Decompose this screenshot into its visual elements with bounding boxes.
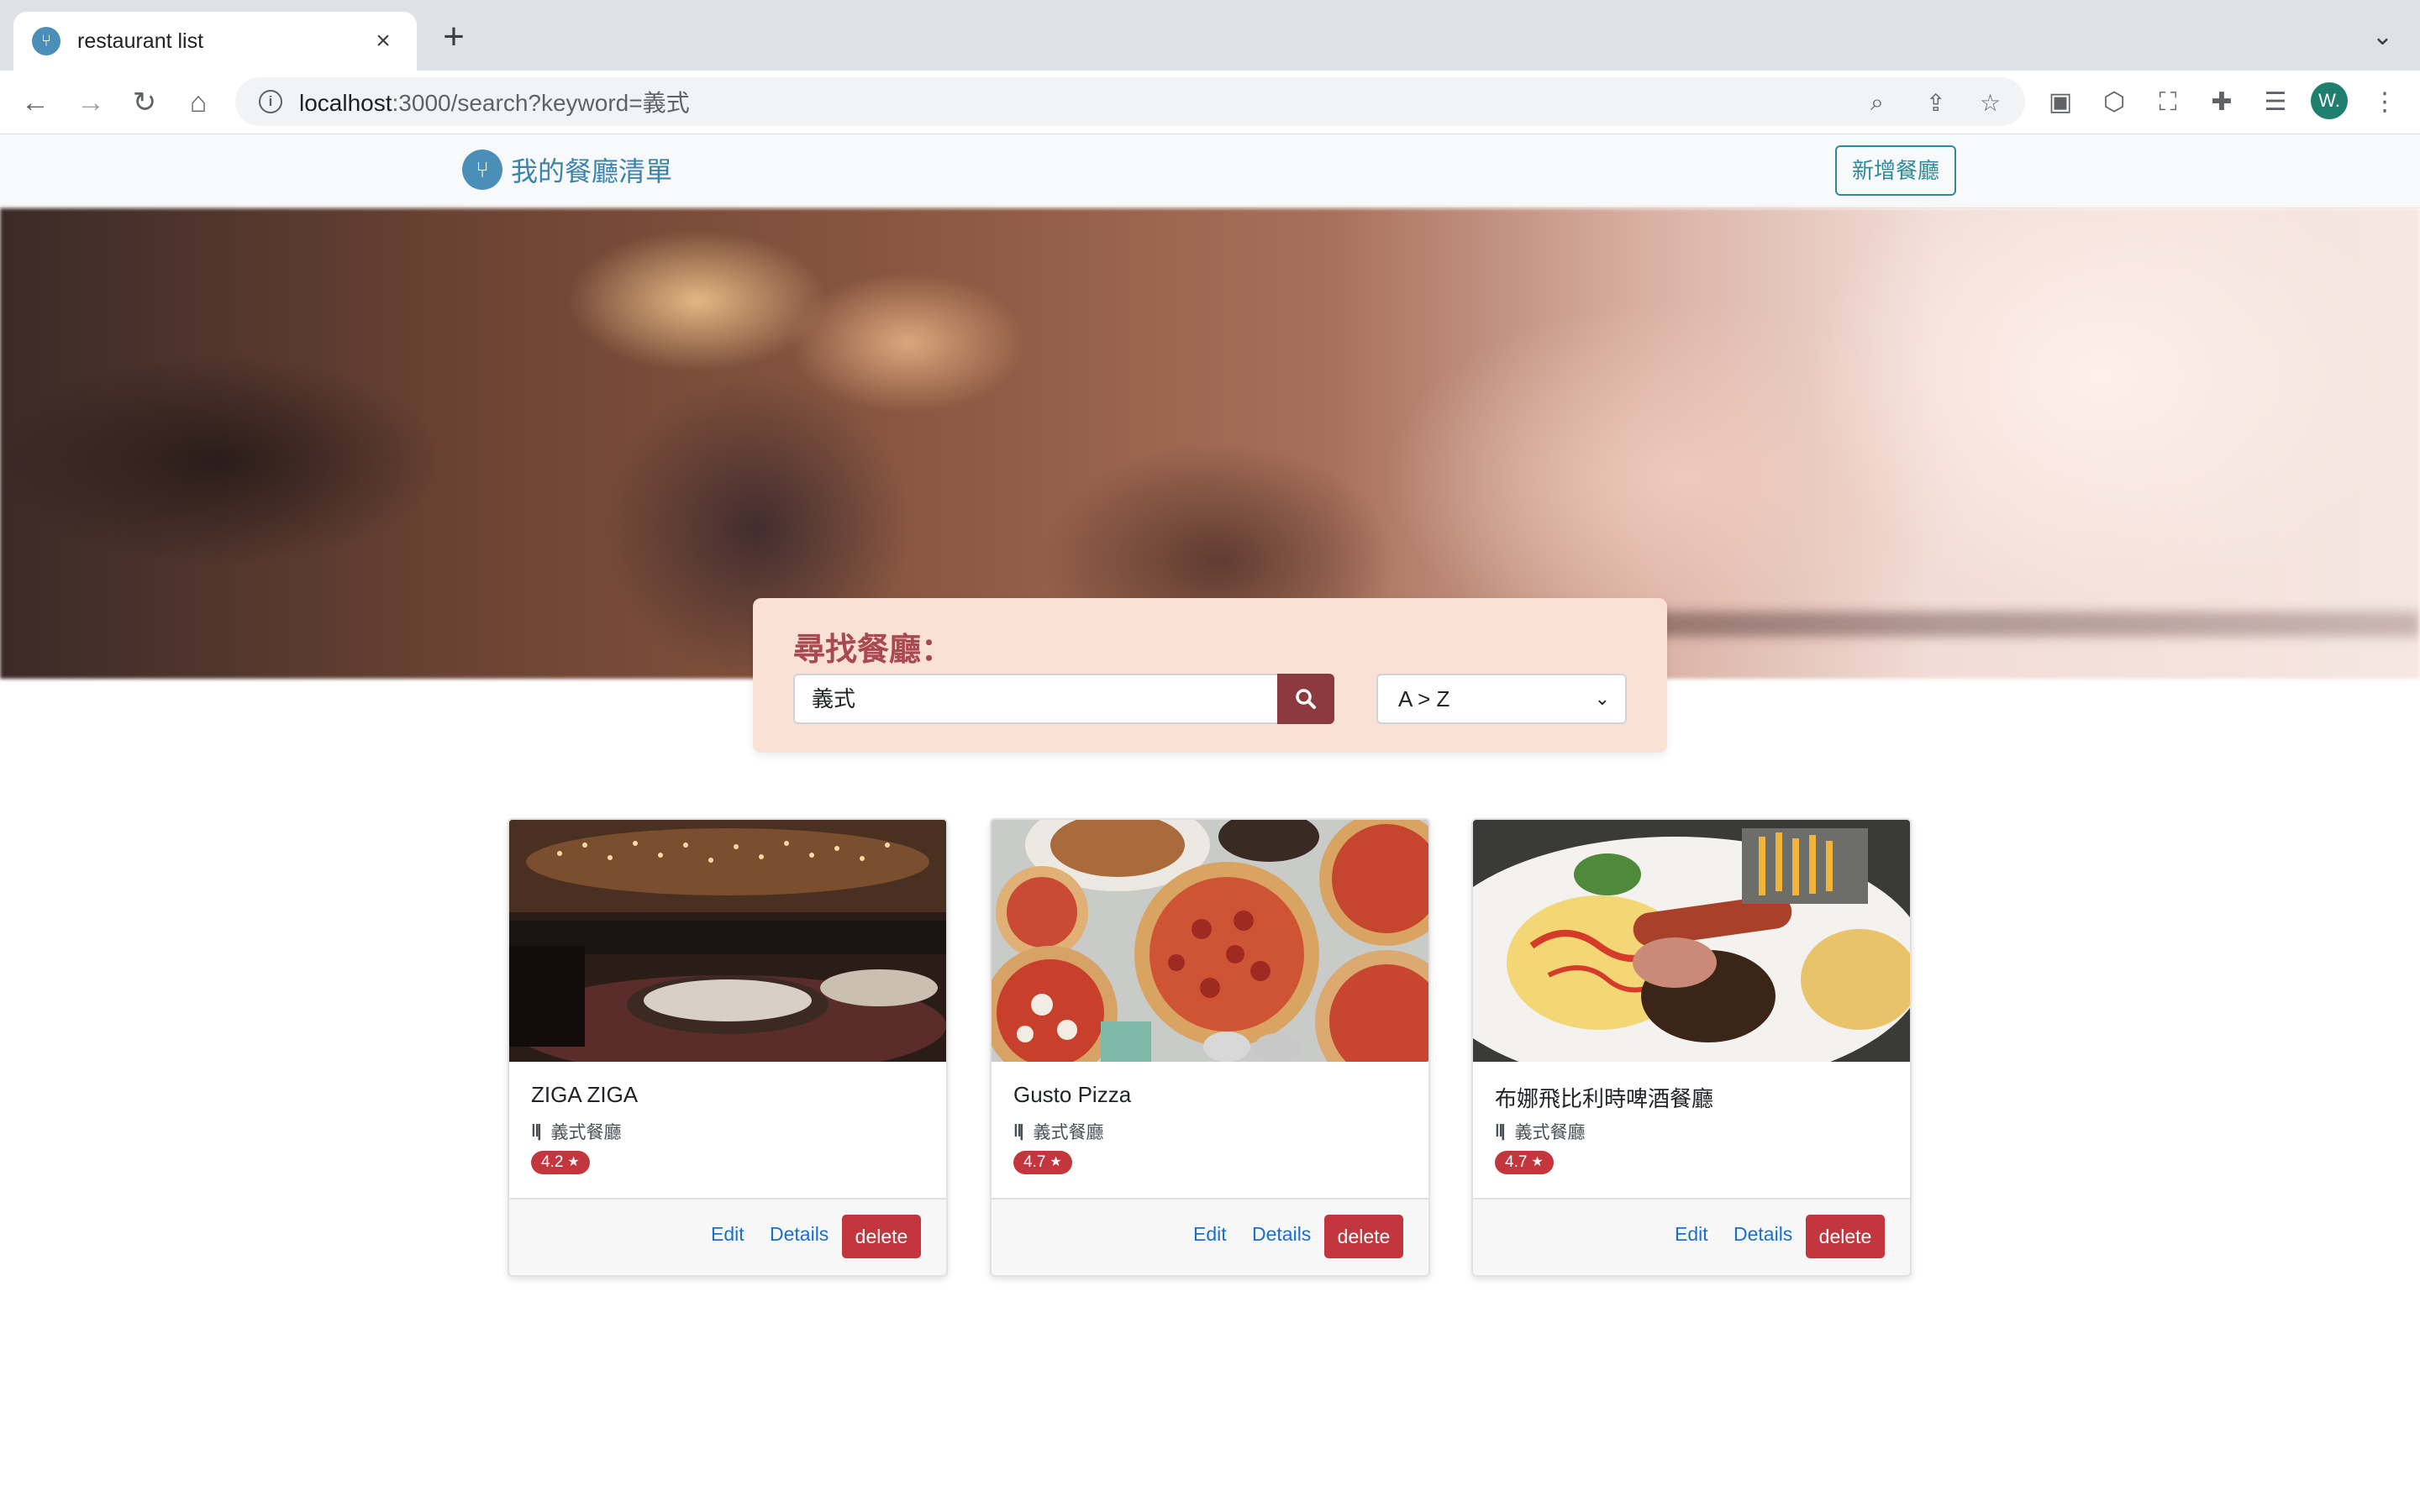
delete-button[interactable]: delete — [1324, 1215, 1403, 1258]
utensils-icon: ǁ| — [1495, 1121, 1505, 1141]
bookmark-star-icon[interactable]: ☆ — [1980, 89, 2001, 117]
brand-link[interactable]: ⑂ 我的餐廳清單 — [462, 150, 672, 190]
star-icon: ★ — [567, 1155, 580, 1169]
sort-select[interactable]: A > Z ⌄ — [1376, 674, 1627, 724]
restaurant-photo[interactable] — [1473, 820, 1910, 1062]
chrome-menu-icon[interactable]: ⋮ — [2368, 86, 2402, 119]
extension-puzzle-blue-icon[interactable]: ▣ — [2044, 86, 2077, 119]
details-link[interactable]: Details — [1733, 1223, 1792, 1246]
restaurant-name: 布娜飛比利時啤酒餐廳 — [1495, 1086, 1714, 1111]
site-info-icon[interactable]: i — [259, 90, 282, 113]
reload-icon[interactable]: ↻ — [126, 84, 163, 121]
category-label: 義式餐廳 — [1514, 1123, 1586, 1142]
tab-close-icon[interactable]: × — [368, 27, 398, 55]
card-footer: Edit Details delete — [509, 1198, 946, 1275]
profile-avatar[interactable]: W. — [2311, 82, 2348, 119]
reading-list-icon[interactable]: ☰ — [2259, 86, 2292, 119]
edit-link[interactable]: Edit — [1193, 1223, 1227, 1246]
details-link[interactable]: Details — [1252, 1223, 1311, 1246]
screen-capture-icon[interactable]: ⛶ — [2151, 86, 2185, 119]
category-label: 義式餐廳 — [1033, 1123, 1104, 1142]
back-icon[interactable]: ← — [17, 84, 54, 121]
tab-favicon-icon: ⑂ — [32, 27, 60, 55]
tab-search-chevron-icon[interactable]: ⌄ — [2372, 22, 2393, 51]
rating-value: 4.7 — [1023, 1153, 1046, 1171]
utensils-icon: ǁ| — [1013, 1121, 1023, 1141]
star-icon: ★ — [1531, 1155, 1544, 1169]
search-title: 尋找餐廳： — [793, 633, 954, 668]
new-tab-button[interactable]: + — [435, 18, 472, 55]
zoom-icon[interactable]: ⌕ — [1870, 89, 1884, 117]
details-link[interactable]: Details — [770, 1223, 829, 1246]
browser-tab[interactable]: ⑂ restaurant list × — [13, 12, 417, 71]
add-restaurant-button[interactable]: 新增餐廳 — [1835, 145, 1956, 196]
card-footer: Edit Details delete — [992, 1198, 1428, 1275]
banner-shelf-blur — [1597, 612, 2420, 637]
card-footer: Edit Details delete — [1473, 1198, 1910, 1275]
restaurant-category: ǁ| 義式餐廳 — [1495, 1119, 1586, 1144]
browser-tab-strip: ⑂ restaurant list × + ⌄ — [0, 0, 2420, 71]
extensions-icon[interactable]: ✚ — [2205, 86, 2238, 119]
address-bar[interactable]: i localhost:3000/search?keyword=義式 ⌕ ⇪ ☆ — [235, 77, 2025, 126]
edit-link[interactable]: Edit — [711, 1223, 744, 1246]
restaurant-name: Gusto Pizza — [1013, 1082, 1132, 1107]
restaurant-card: Gusto Pizza ǁ| 義式餐廳 4.7 ★ Edit Details d… — [990, 818, 1430, 1277]
site-navbar: ⑂ 我的餐廳清單 新增餐廳 — [0, 134, 2420, 208]
browser-toolbar: ← → ↻ ⌂ i localhost:3000/search?keyword=… — [0, 71, 2420, 134]
restaurant-photo[interactable] — [992, 820, 1428, 1062]
category-label: 義式餐廳 — [550, 1123, 622, 1142]
utensils-circle-icon: ⑂ — [462, 150, 502, 190]
forward-icon[interactable]: → — [72, 84, 109, 121]
restaurant-card: ZIGA ZIGA ǁ| 義式餐廳 4.2 ★ Edit Details del… — [508, 818, 948, 1277]
rating-badge: 4.7 ★ — [1495, 1151, 1554, 1174]
rating-value: 4.2 — [541, 1153, 564, 1171]
share-icon[interactable]: ⇪ — [1926, 89, 1945, 117]
search-input[interactable]: 義式 — [793, 674, 1277, 724]
restaurant-category: ǁ| 義式餐廳 — [531, 1119, 622, 1144]
delete-button[interactable]: delete — [1806, 1215, 1885, 1258]
sort-selected-value: A > Z — [1398, 686, 1450, 711]
utensils-icon: ǁ| — [531, 1121, 541, 1141]
search-icon — [1296, 689, 1316, 709]
restaurant-name: ZIGA ZIGA — [531, 1082, 639, 1107]
restaurant-card: 布娜飛比利時啤酒餐廳 ǁ| 義式餐廳 4.7 ★ Edit Details de… — [1471, 818, 1912, 1277]
search-button[interactable] — [1277, 674, 1334, 724]
edit-link[interactable]: Edit — [1675, 1223, 1708, 1246]
search-panel: 尋找餐廳： 義式 A > Z ⌄ — [753, 598, 1667, 753]
chevron-down-icon: ⌄ — [1594, 688, 1610, 709]
rating-value: 4.7 — [1505, 1153, 1528, 1171]
restaurant-photo[interactable] — [509, 820, 946, 1062]
delete-button[interactable]: delete — [842, 1215, 921, 1258]
restaurant-category: ǁ| 義式餐廳 — [1013, 1119, 1104, 1144]
brand-title: 我的餐廳清單 — [511, 156, 673, 186]
star-icon: ★ — [1050, 1155, 1062, 1169]
extension-shield-icon[interactable]: ⬡ — [2097, 86, 2131, 119]
url-text: localhost:3000/search?keyword=義式 — [299, 90, 690, 116]
rating-badge: 4.7 ★ — [1013, 1151, 1072, 1174]
rating-badge: 4.2 ★ — [531, 1151, 590, 1174]
tab-title: restaurant list — [77, 29, 204, 53]
home-icon[interactable]: ⌂ — [180, 84, 217, 121]
